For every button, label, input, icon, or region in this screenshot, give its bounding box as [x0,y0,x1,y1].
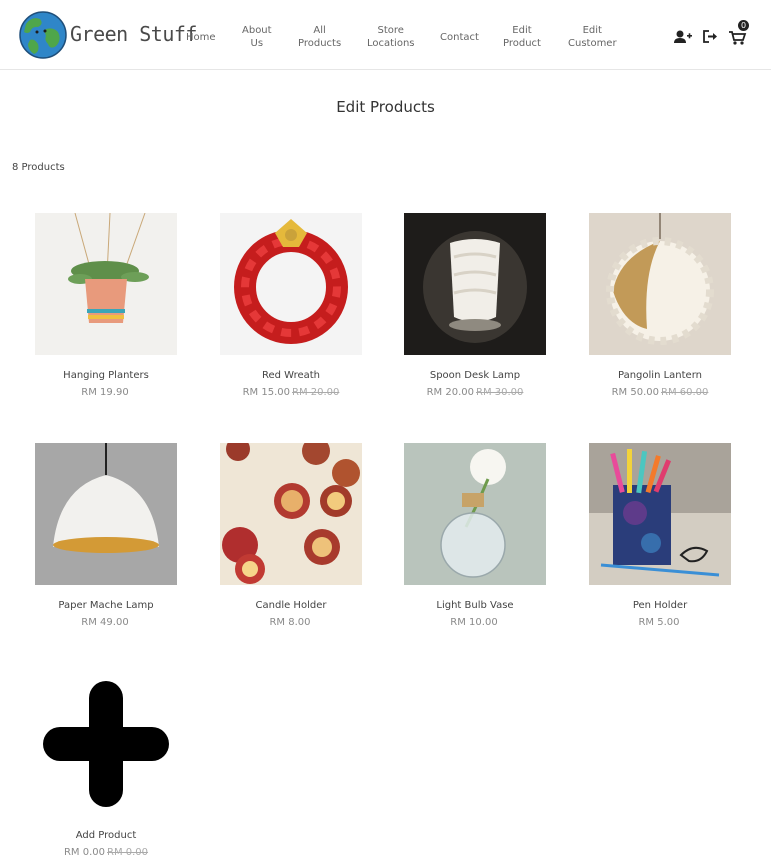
paper-mache-lamp-image [35,443,177,585]
nav-about-us[interactable]: About Us [242,24,272,50]
product-price: RM 15.00 RM 20.00 [190,387,392,398]
user-plus-icon[interactable] [673,23,693,49]
nav-edit-customer[interactable]: Edit Customer [568,24,617,50]
product-name: Spoon Desk Lamp [429,370,521,381]
product-price: RM 49.00 [5,617,207,628]
light-bulb-vase-image [404,443,546,585]
hanging-planters-image [35,213,177,355]
nav-edit-product-line2: Product [503,38,541,49]
old-price: RM 20.00 [292,387,340,398]
old-price: RM 0.00 [107,847,149,858]
sign-out-icon[interactable] [701,23,721,49]
current-price: RM 5.00 [638,617,680,628]
current-price: RM 50.00 [611,387,659,398]
nav-all-products[interactable]: All Products [298,24,341,50]
pen-holder-image [589,443,731,585]
current-price: RM 19.90 [81,387,129,398]
product-name: Pangolin Lantern [618,370,702,381]
product-price: RM 8.00 [190,617,392,628]
navbar: Green Stuff Home About Us All Products S… [0,0,771,70]
product-price: RM 19.90 [5,387,207,398]
page-title: Edit Products [336,98,435,116]
product-price: RM 5.00 [559,617,761,628]
nav-edit-product-line1: Edit [512,25,532,36]
product-name: Add Product [75,830,137,841]
product-name: Red Wreath [261,370,321,381]
product-name: Hanging Planters [63,370,149,381]
product-price: RM 50.00 RM 60.00 [559,387,761,398]
product-name: Candle Holder [255,600,327,611]
globe-logo-icon[interactable] [18,10,68,60]
old-price: RM 30.00 [476,387,524,398]
current-price: RM 10.00 [450,617,498,628]
current-price: RM 15.00 [242,387,290,398]
nav-store-locations[interactable]: Store Locations [367,24,415,50]
nav-all-products-line1: All [313,25,326,36]
nav-edit-customer-line2: Customer [568,38,617,49]
product-name: Light Bulb Vase [436,600,514,611]
cart-count-badge: 0 [738,20,749,31]
nav-contact[interactable]: Contact [440,31,479,44]
spoon-desk-lamp-image [404,213,546,355]
product-name: Pen Holder [632,600,688,611]
current-price: RM 8.00 [269,617,311,628]
product-price: RM 20.00 RM 30.00 [374,387,576,398]
nav-edit-customer-line1: Edit [582,25,602,36]
nav-home[interactable]: Home [186,31,216,44]
cart-button[interactable]: 0 [728,20,749,49]
nav-store-locations-line1: Store [377,25,404,36]
nav-icon-group: 0 [670,20,755,49]
product-price: RM 0.00 RM 0.00 [5,847,207,858]
red-wreath-image [220,213,362,355]
nav-about-us-line2: Us [250,38,264,49]
current-price: RM 49.00 [81,617,129,628]
brand-name[interactable]: Green Stuff [70,22,197,46]
nav-all-products-line2: Products [298,38,342,49]
nav-store-locations-line2: Locations [367,38,415,49]
old-price: RM 60.00 [661,387,709,398]
product-name: Paper Mache Lamp [58,600,154,611]
pangolin-lantern-image [589,213,731,355]
nav-about-us-line1: About [242,25,272,36]
candle-holder-image [220,443,362,585]
nav-edit-product[interactable]: Edit Product [503,24,541,50]
current-price: RM 0.00 [63,847,105,858]
plus-icon [35,673,177,815]
current-price: RM 20.00 [426,387,474,398]
product-price: RM 10.00 [374,617,576,628]
product-count: 8 Products [12,162,65,173]
